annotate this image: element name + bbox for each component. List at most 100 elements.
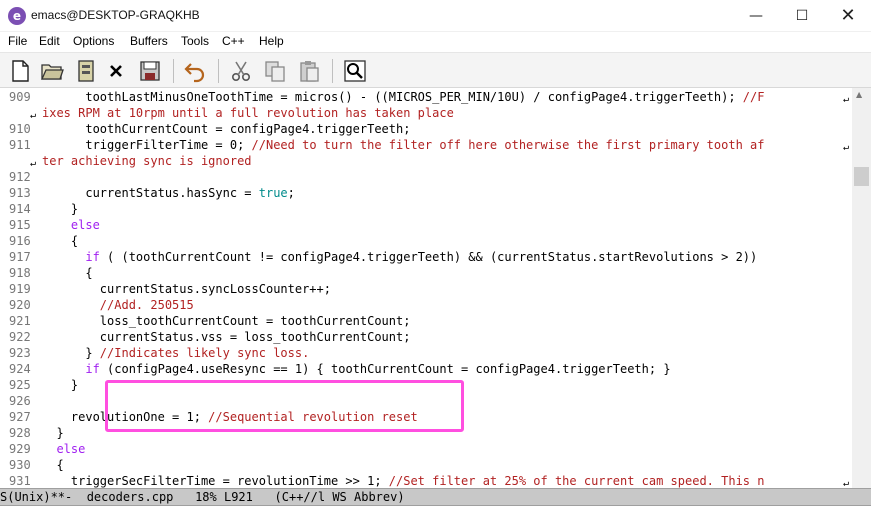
code-text: triggerFilterTime = 0; //Need to turn th… [42,137,764,153]
code-text: { [42,457,63,473]
code-text: currentStatus.vss = loss_toothCurrentCou… [42,329,411,345]
code-text: toothCurrentCount = configPage4.triggerT… [42,121,410,137]
line-number: 910 [9,122,31,136]
code-segment: { [42,234,79,248]
code-line[interactable]: 912 [0,169,852,185]
scrollbar-thumb[interactable] [854,167,869,186]
line-wrap-arrow-icon: ↵ [843,94,850,105]
code-text: { [42,265,93,281]
line-number: 919 [9,282,31,296]
code-segment: ; [287,186,295,200]
code-segment: toothCurrentCount = configPage4.triggerT… [42,122,411,136]
menu-options[interactable]: Options [73,34,114,48]
code-text: ter achieving sync is ignored [42,153,252,169]
code-text: triggerSecFilterTime = revolutionTime >>… [42,473,765,489]
code-line[interactable]: 915 else [0,217,852,233]
code-segment: } [42,426,64,440]
code-line[interactable]: 914 } [0,201,852,217]
code-line[interactable]: 929 else [0,441,852,457]
line-wrap-arrow-icon: ↵ [843,478,850,489]
close-icon[interactable] [104,59,128,83]
editor-buffer[interactable]: 909 toothLastMinusOneToothTime = micros(… [0,88,852,489]
maximize-button[interactable]: ☐ [779,0,825,32]
save-icon[interactable] [138,59,162,83]
menu-edit[interactable]: Edit [39,34,60,48]
code-line[interactable]: 911 triggerFilterTime = 0; //Need to tur… [0,137,852,153]
line-number: 911 [9,138,31,152]
code-line[interactable]: 919 currentStatus.syncLossCounter++; [0,281,852,297]
tool-bar [0,52,871,88]
line-number: 928 [9,426,31,440]
annotation-highlight-box [105,380,464,432]
code-text: else [42,441,85,457]
code-segment: currentStatus.vss = loss_toothCurrentCou… [42,330,411,344]
code-line[interactable]: 913 currentStatus.hasSync = true; [0,185,852,201]
code-line[interactable]: 920 //Add. 250515 [0,297,852,313]
code-segment: toothLastMinusOneToothTime = micros() - … [42,90,743,104]
cut-icon[interactable] [229,59,253,83]
window-title: emacs@DESKTOP-GRAQKHB [31,8,200,22]
code-comment: ixes RPM at 10rpm until a full revolutio… [42,106,454,120]
line-number: 922 [9,330,31,344]
vertical-scrollbar[interactable]: ▲ [852,88,871,488]
code-line[interactable]: 930 { [0,457,852,473]
code-line[interactable]: 921 loss_toothCurrentCount = toothCurren… [0,313,852,329]
open-folder-icon[interactable] [40,59,64,83]
menu-cpp[interactable]: C++ [222,34,245,48]
code-line[interactable]: ↵ ter achieving sync is ignored [0,153,852,169]
toolbar-separator [332,59,333,83]
code-comment: //Add. 250515 [99,298,194,312]
code-line[interactable]: 917 if ( (toothCurrentCount != configPag… [0,249,852,265]
code-text: else [42,217,100,233]
code-line[interactable]: 924 if (configPage4.useResync == 1) { to… [0,361,852,377]
line-wrap-arrow-icon: ↵ [843,142,850,153]
line-number: 920 [9,298,31,312]
code-line[interactable]: 922 currentStatus.vss = loss_toothCurren… [0,329,852,345]
minimize-button[interactable]: — [733,0,779,32]
line-number: 931 [9,474,31,488]
code-line[interactable]: 923 } //Indicates likely sync loss. [0,345,852,361]
code-keyword: else [56,442,86,456]
line-number: 924 [9,362,31,376]
code-line[interactable]: 909 toothLastMinusOneToothTime = micros(… [0,89,852,105]
code-segment: } [42,202,79,216]
search-icon[interactable] [343,59,367,83]
code-segment: currentStatus.hasSync = [42,186,259,200]
dired-icon[interactable] [74,59,98,83]
code-segment: ( (toothCurrentCount != configPage4.trig… [99,250,758,264]
code-line[interactable]: ↵ ixes RPM at 10rpm until a full revoluti… [0,105,852,121]
menu-bar: File Edit Options Buffers Tools C++ Help [0,32,871,52]
copy-icon[interactable] [263,59,287,83]
menu-tools[interactable]: Tools [181,34,209,48]
line-number: 921 [9,314,31,328]
menu-buffers[interactable]: Buffers [130,34,168,48]
code-text: currentStatus.hasSync = true; [42,185,295,201]
code-text: currentStatus.syncLossCounter++; [42,281,331,297]
line-number: 929 [9,442,31,456]
paste-icon[interactable] [297,59,321,83]
menu-file[interactable]: File [8,34,27,48]
code-segment: } [42,378,79,392]
code-constant: true [258,186,288,200]
minibuffer[interactable] [0,506,871,522]
code-text: if ( (toothCurrentCount != configPage4.t… [42,249,757,265]
code-segment: { [42,266,93,280]
code-line[interactable]: 916 { [0,233,852,249]
code-text: ixes RPM at 10rpm until a full revolutio… [42,105,454,121]
code-text: //Add. 250515 [42,297,194,313]
undo-icon[interactable] [183,59,207,83]
new-file-icon[interactable] [8,59,32,83]
code-line[interactable]: 910 toothCurrentCount = configPage4.trig… [0,121,852,137]
code-line[interactable]: 918 { [0,265,852,281]
line-number: 923 [9,346,31,360]
close-window-button[interactable]: ✕ [825,0,871,32]
menu-help[interactable]: Help [259,34,284,48]
scroll-up-arrow-icon[interactable]: ▲ [856,90,862,99]
code-line[interactable]: 931 triggerSecFilterTime = revolutionTim… [0,473,852,489]
code-segment: currentStatus.syncLossCounter++; [42,282,331,296]
code-text: } //Indicates likely sync loss. [42,345,309,361]
code-text: toothLastMinusOneToothTime = micros() - … [42,89,764,105]
